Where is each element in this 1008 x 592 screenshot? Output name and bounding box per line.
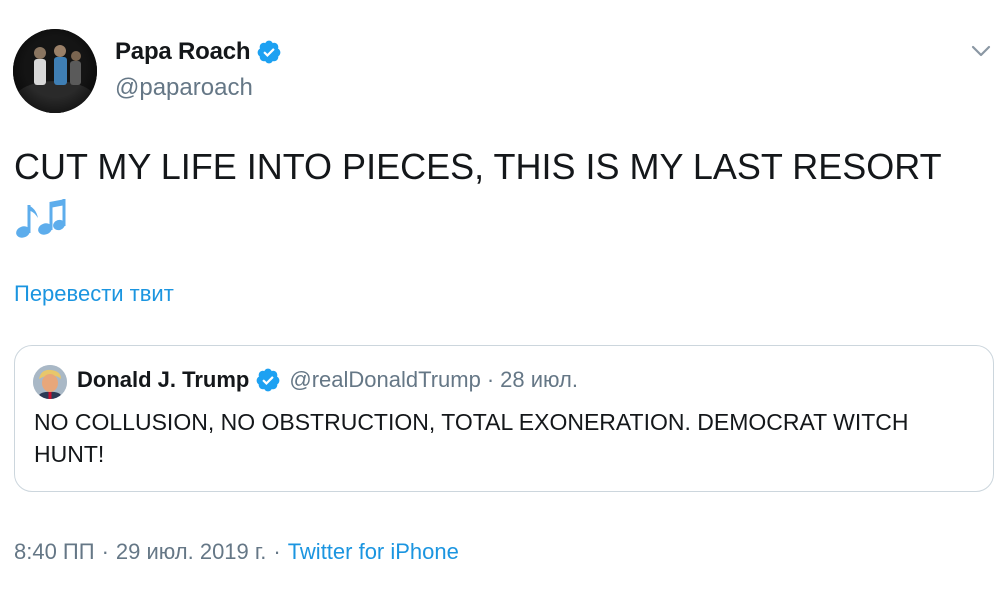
author-name[interactable]: Papa Roach: [115, 38, 251, 66]
quoted-tweet-card[interactable]: Donald J. Trump @realDonaldTrump · 28 ию…: [14, 345, 994, 492]
author-avatar[interactable]: [13, 29, 97, 113]
quoted-author-handle: @realDonaldTrump: [289, 367, 481, 392]
tweet-date[interactable]: 29 июл. 2019 г.: [116, 539, 266, 564]
verified-badge-icon: [258, 40, 281, 64]
quoted-author-avatar: [33, 365, 67, 399]
translate-tweet-link[interactable]: Перевести твит: [14, 281, 174, 307]
meta-separator: ·: [101, 539, 109, 564]
tweet-source-link[interactable]: Twitter for iPhone: [288, 539, 459, 564]
quoted-separator: ·: [486, 367, 495, 392]
quoted-tweet-header: Donald J. Trump @realDonaldTrump · 28 ию…: [77, 367, 578, 393]
tweet-meta: 8:40 ПП · 29 июл. 2019 г. · Twitter for iPho…: [14, 539, 459, 565]
avatar-photo: [13, 29, 97, 113]
quoted-date: 28 июл.: [500, 367, 579, 392]
musical-notes-icon: [16, 199, 66, 238]
meta-separator: ·: [273, 539, 281, 564]
quoted-avatar-photo: [33, 365, 67, 399]
quoted-author-name: Donald J. Trump: [77, 367, 250, 392]
author-name-row[interactable]: Papa Roach: [115, 38, 282, 66]
author-handle[interactable]: @paparoach: [115, 74, 253, 102]
tweet-time[interactable]: 8:40 ПП: [14, 539, 95, 564]
quoted-tweet-text: NO COLLUSION, NO OBSTRUCTION, TOTAL EXON…: [34, 409, 909, 467]
tweet-text: CUT MY LIFE INTO PIECES, THIS IS MY LAST…: [14, 146, 942, 187]
chevron-down-icon[interactable]: [968, 38, 994, 64]
verified-badge-icon: [256, 368, 280, 392]
